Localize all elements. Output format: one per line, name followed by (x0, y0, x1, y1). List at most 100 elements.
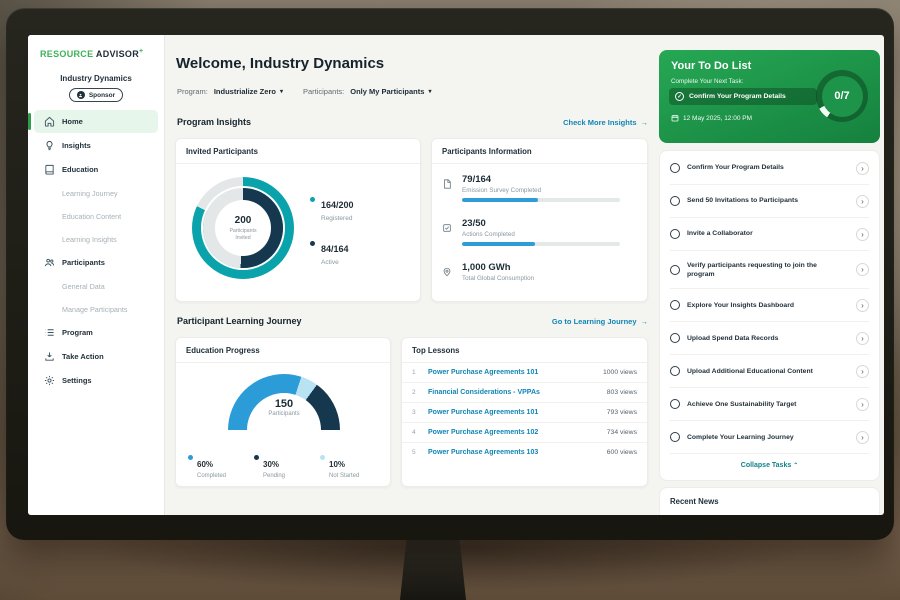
participants-filter-select[interactable]: Only My Participants ▾ (350, 87, 431, 96)
donut-center: 200 Participants Invited (215, 200, 271, 256)
task-item[interactable]: Send 50 Invitations to Participants › (670, 185, 869, 218)
lesson-link[interactable]: Financial Considerations - VPPAs (428, 389, 599, 396)
sidebar: RESOURCE ADVISOR+ Industry Dynamics Spon… (28, 35, 165, 515)
legend-label: Not Started (329, 473, 386, 479)
info-row-consumption: 1,000 GWh Total Global Consumption (432, 252, 647, 288)
lesson-views: 793 views (607, 409, 637, 416)
task-checkbox[interactable] (670, 265, 680, 275)
todo-progress-ring: 0/7 (816, 70, 868, 122)
task-checkbox[interactable] (670, 229, 680, 239)
task-checkbox[interactable] (670, 399, 680, 409)
sidebar-item-general-data[interactable]: General Data (34, 275, 158, 297)
info-row-actions: 23/50 Actions Completed (432, 208, 647, 252)
invited-participants-donut: 200 Participants Invited (192, 177, 294, 279)
legend-dot (310, 197, 315, 202)
sponsor-badge[interactable]: Sponsor (69, 88, 123, 102)
task-item[interactable]: Upload Additional Educational Content › (670, 355, 869, 388)
legend-item-pending: 30% Pending (254, 454, 320, 479)
task-chevron-icon[interactable]: › (856, 299, 869, 312)
task-checkbox[interactable] (670, 163, 680, 173)
sidebar-item-manage-participants[interactable]: Manage Participants (34, 298, 158, 320)
task-item[interactable]: Achieve One Sustainability Target › (670, 388, 869, 421)
lesson-row: 4 Power Purchase Agreements 102 734 view… (402, 423, 647, 443)
task-checkbox[interactable] (670, 300, 680, 310)
task-label: Upload Spend Data Records (687, 334, 849, 343)
todo-progress-value: 0/7 (822, 76, 863, 117)
legend-item-active: 84/164 Active (310, 239, 354, 266)
task-chevron-icon[interactable]: › (856, 431, 869, 444)
recent-news-card: Recent News (659, 487, 880, 515)
task-checkbox[interactable] (670, 333, 680, 343)
lesson-row: 2 Financial Considerations - VPPAs 803 v… (402, 383, 647, 403)
card-title: Top Lessons (402, 338, 647, 363)
sidebar-item-label: Participants (62, 258, 105, 267)
sidebar-item-settings[interactable]: Settings (34, 369, 158, 392)
program-filter-select[interactable]: Industrialize Zero ▾ (214, 87, 283, 96)
lesson-views: 803 views (607, 389, 637, 396)
next-task-pill[interactable]: ✓ Confirm Your Program Details (669, 88, 817, 105)
lesson-link[interactable]: Power Purchase Agreements 103 (428, 449, 599, 456)
sidebar-item-education-content[interactable]: Education Content (34, 205, 158, 227)
check-square-icon (442, 220, 452, 230)
sidebar-item-home[interactable]: Home (34, 110, 158, 133)
info-value: 1,000 GWh (462, 262, 635, 273)
go-to-learning-journey-link[interactable]: Go to Learning Journey → (552, 317, 648, 326)
task-chevron-icon[interactable]: › (856, 398, 869, 411)
sidebar-item-education[interactable]: Education (34, 158, 158, 181)
lesson-link[interactable]: Power Purchase Agreements 101 (428, 369, 595, 376)
monitor-stand (400, 538, 466, 600)
donut-center-value: 200 (235, 215, 252, 226)
sidebar-item-label: Home (62, 117, 83, 126)
lesson-rank: 5 (412, 449, 420, 456)
legend-dot (320, 455, 325, 460)
gauge-label: Participants (228, 411, 340, 417)
lesson-rank: 1 (412, 369, 420, 376)
task-chevron-icon[interactable]: › (856, 263, 869, 276)
todo-summary-card: Your To Do List Complete Your Next Task:… (659, 50, 880, 143)
task-checkbox[interactable] (670, 196, 680, 206)
lesson-link[interactable]: Power Purchase Agreements 102 (428, 429, 599, 436)
sidebar-item-label: Insights (62, 141, 91, 150)
info-label: Actions Completed (462, 231, 635, 238)
sidebar-item-program[interactable]: Program (34, 321, 158, 344)
sidebar-item-learning-insights[interactable]: Learning Insights (34, 228, 158, 250)
lesson-link[interactable]: Power Purchase Agreements 101 (428, 409, 599, 416)
task-item[interactable]: Complete Your Learning Journey › (670, 421, 869, 454)
task-checkbox[interactable] (670, 366, 680, 376)
check-more-insights-link[interactable]: Check More Insights → (563, 118, 648, 127)
legend-item-registered: 164/200 Registered (310, 195, 354, 222)
page-title: Welcome, Industry Dynamics (176, 55, 384, 72)
legend-dot (310, 241, 315, 246)
sidebar-item-insights[interactable]: Insights (34, 134, 158, 157)
task-item[interactable]: Confirm Your Program Details › (670, 152, 869, 185)
legend-dot (254, 455, 259, 460)
task-chevron-icon[interactable]: › (856, 365, 869, 378)
task-checkbox[interactable] (670, 432, 680, 442)
task-item[interactable]: Upload Spend Data Records › (670, 322, 869, 355)
task-chevron-icon[interactable]: › (856, 228, 869, 241)
legend-value: 30% (263, 460, 279, 469)
task-chevron-icon[interactable]: › (856, 195, 869, 208)
sidebar-item-participants[interactable]: Participants (34, 251, 158, 274)
task-item[interactable]: Invite a Collaborator › (670, 218, 869, 251)
donut-legend: 164/200 Registered 84/164 Active (310, 195, 354, 266)
lesson-row: 3 Power Purchase Agreements 101 793 view… (402, 403, 647, 423)
info-value: 23/50 (462, 218, 635, 229)
task-item[interactable]: Explore Your Insights Dashboard › (670, 289, 869, 322)
legend-label: Registered (321, 215, 354, 222)
task-chevron-icon[interactable]: › (856, 332, 869, 345)
sidebar-item-learning-journey[interactable]: Learning Journey (34, 182, 158, 204)
sidebar-item-label: Education Content (62, 212, 121, 221)
task-chevron-icon[interactable]: › (856, 162, 869, 175)
download-action-icon (44, 351, 55, 362)
donut-center-label: Participants Invited (222, 228, 264, 242)
lesson-views: 734 views (607, 429, 637, 436)
sidebar-item-take-action[interactable]: Take Action (34, 345, 158, 368)
legend-value: 10% (329, 460, 345, 469)
gauge-value: 150 (228, 398, 340, 410)
task-label: Verify participants requesting to join t… (687, 261, 849, 279)
info-label: Total Global Consumption (462, 275, 635, 282)
collapse-tasks-link[interactable]: Collapse Tasks ⌃ (670, 454, 869, 477)
task-item[interactable]: Verify participants requesting to join t… (670, 251, 869, 289)
progress-fill (462, 198, 538, 202)
